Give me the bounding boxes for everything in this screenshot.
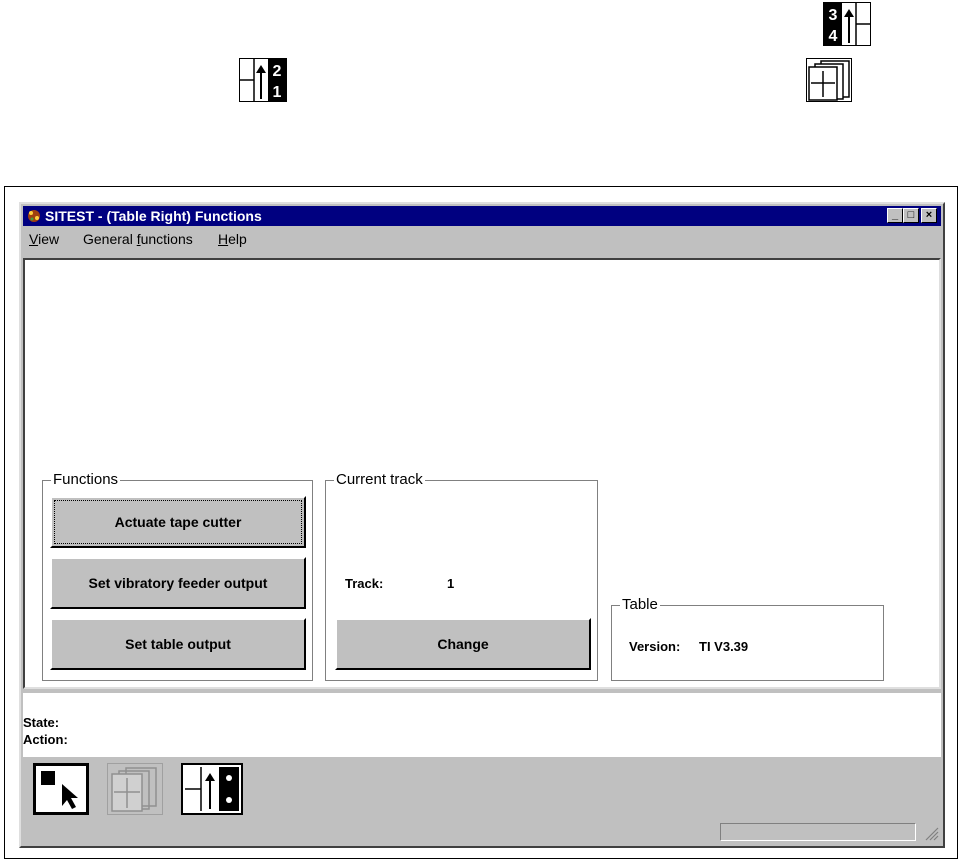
select-tool-button[interactable] [33,763,89,815]
app-window: SITEST - (Table Right) Functions _ □ × V… [19,202,945,848]
menu-general-functions[interactable]: General functions [83,231,193,247]
status-bar [23,819,941,843]
icon-21-top-digit: 2 [273,63,282,80]
minimize-icon: _ [891,209,899,221]
version-label: Version: [629,639,681,654]
title-bar[interactable]: SITEST - (Table Right) Functions _ □ × [23,206,941,226]
app-icon[interactable] [26,208,42,224]
close-icon: × [925,209,933,221]
status-area: State: Action: [23,693,941,757]
window-layout-tool-button[interactable] [107,763,163,815]
set-table-output-button[interactable]: Set table output [50,618,306,670]
status-panel [720,823,916,841]
menu-help[interactable]: Help [218,231,247,247]
client-area: Functions Actuate tape cutter Set vibrat… [23,258,941,689]
track-value: 1 [447,576,455,591]
stacked-windows-disabled-icon [111,767,157,812]
change-track-button[interactable]: Change [335,618,591,670]
track-34-icon: 3 4 [823,2,871,46]
icon-21-bottom-digit: 1 [273,84,282,101]
minimize-button[interactable]: _ [887,208,903,223]
icon-34-bottom-digit: 4 [829,28,838,45]
maximize-icon: □ [907,209,915,221]
track-label: Track: [345,576,384,591]
stacked-windows-icon [806,58,852,102]
actuate-tape-cutter-button[interactable]: Actuate tape cutter [50,496,306,548]
maximize-button[interactable]: □ [903,208,919,223]
action-label: Action: [23,732,68,747]
track-34-icon-graphic: 3 4 [824,3,870,45]
functions-group-label: Functions [51,471,121,488]
state-label: State: [23,715,60,730]
track-21-icon-graphic: 2 1 [240,59,286,101]
version-value: TI V3.39 [699,639,749,654]
select-arrow-icon [41,771,78,809]
window-title: SITEST - (Table Right) Functions [45,208,262,224]
track-switch-tool-button[interactable] [181,763,243,815]
menu-view[interactable]: View [29,231,59,247]
track-switch-icon [185,767,239,811]
stacked-windows-icon-graphic [808,60,850,101]
toolbar [23,757,941,815]
resize-grip-icon[interactable] [923,825,939,841]
close-button[interactable]: × [921,208,937,223]
current-track-group-label: Current track [334,471,425,488]
set-vibratory-feeder-output-button[interactable]: Set vibratory feeder output [50,557,306,609]
table-group-label: Table [620,596,660,613]
icon-34-top-digit: 3 [829,7,838,24]
menu-bar: View General functions Help [23,228,941,248]
track-21-icon: 2 1 [239,58,287,102]
